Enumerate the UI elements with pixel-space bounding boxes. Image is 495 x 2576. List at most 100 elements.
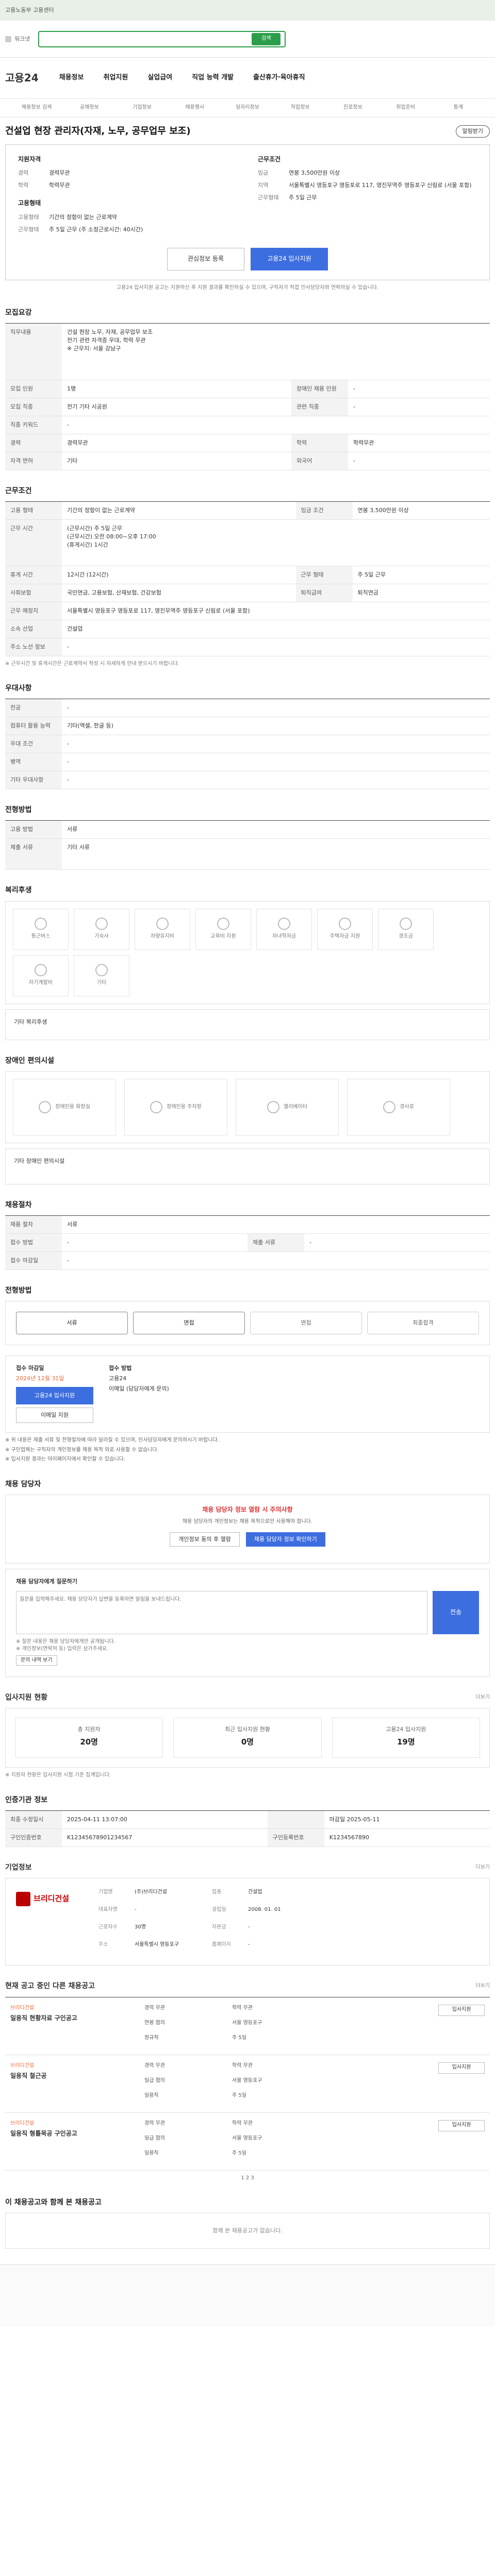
other-title[interactable]: 일용직 현황자료 구인공고 xyxy=(10,2014,134,2023)
deadline-date: 2024년 12월 31일 xyxy=(16,1375,64,1382)
recruit-heading: 모집요강 xyxy=(5,308,32,317)
ask-send-button[interactable]: 전송 xyxy=(433,1590,479,1634)
nav-item[interactable]: 직업 능력 개발 xyxy=(192,73,234,83)
nav-item[interactable]: 출산휴가·육아휴직 xyxy=(253,73,305,83)
mgr-consent-button[interactable]: 개인정보 동의 후 열람 xyxy=(170,1532,240,1547)
other-apply-button[interactable]: 입사지원 xyxy=(438,2004,485,2016)
stats-heading: 입사지원 현황 xyxy=(5,1693,48,1702)
company-logo: 브리디건설 xyxy=(16,1889,83,1909)
apply-button[interactable]: 고용24 입사지원 xyxy=(251,248,328,271)
other-title[interactable]: 일용직 철근공 xyxy=(10,2072,134,2080)
toilet-icon xyxy=(39,1100,52,1113)
subnav-item[interactable]: 진로정보 xyxy=(326,104,379,112)
welfare-label: 차량유지비 xyxy=(151,934,174,940)
row-value: 기타 xyxy=(62,452,291,470)
cond-key: 근무형태 xyxy=(258,194,279,201)
other-apply-button[interactable]: 입사지원 xyxy=(438,2062,485,2074)
subnav-item[interactable]: 채용정보 검색 xyxy=(10,104,63,112)
info-heading: 인증기관 정보 xyxy=(5,1795,48,1804)
stat-card: 총 지원자 20명 xyxy=(15,1718,163,1758)
subnav-item[interactable]: 직업정보 xyxy=(274,104,326,112)
stats-note: ※ 지원자 현황은 입사지원 시점 기준 집계입니다. xyxy=(5,1772,111,1778)
row-value: 국민연금, 고용보험, 산재보험, 건강보험 xyxy=(62,584,296,602)
nav-item[interactable]: 채용정보 xyxy=(59,73,84,83)
row-key: 컴퓨터 활용 능력 xyxy=(5,717,62,736)
welfare-label: 경조금 xyxy=(399,934,413,940)
info-key: 업종 xyxy=(212,1889,222,1895)
subnav-item[interactable]: 취업준비 xyxy=(380,104,432,112)
stat-value: 19명 xyxy=(397,1737,415,1747)
stats-more-link[interactable]: 더보기 xyxy=(475,1694,490,1702)
top-banner[interactable]: 고용노동부 고용센터 xyxy=(0,0,495,21)
nav-item[interactable]: 취업지원 xyxy=(103,73,128,83)
subnav-item[interactable]: 일자리정보 xyxy=(221,104,274,112)
row-key: 휴게 시간 xyxy=(5,566,62,584)
row-key: 접수 방법 xyxy=(5,1233,62,1252)
search-button[interactable]: 검색 xyxy=(252,32,281,45)
row-key: 자격 면허 xyxy=(5,452,62,470)
nav-item[interactable]: 실업급여 xyxy=(147,73,172,83)
subnav-item[interactable]: 채용행사 xyxy=(169,104,221,112)
other-detail: 주 5일 xyxy=(232,2092,246,2098)
row-value: - xyxy=(62,638,490,656)
ask-box: 채용 담당자에게 질문하기 전송 ※ 질문 내용은 채용 담당자에게만 공개됩니… xyxy=(5,1569,490,1677)
list-item[interactable]: 브리디건설 일용직 철근공 경력 무관 학력 무관 일급 협의 서울 영등포구 일용직 주 … xyxy=(5,2055,490,2113)
email-apply-button[interactable]: 이메일 지원 xyxy=(16,1408,93,1423)
other-detail: 연봉 협의 xyxy=(144,2020,165,2026)
row-value: K12345678901234567 xyxy=(62,1828,268,1847)
cond-key: 지역 xyxy=(258,182,269,189)
apply-notice: 고용24 입사지원 공고는 지원하신 후 지원 결과를 확인하실 수 있으며, … xyxy=(116,285,379,291)
subnav-item[interactable]: 기업정보 xyxy=(116,104,168,112)
row-value: (근무시간) 주 5일 근무 (근무시간) 오전 08:00~오후 17:00 … xyxy=(62,519,490,566)
other-title[interactable]: 일용직 형틀목공 구인공고 xyxy=(10,2129,134,2138)
alarm-button[interactable]: 알림받기 xyxy=(455,125,490,138)
steps-row: 서류 면접 면접 최종합격 xyxy=(5,1301,490,1346)
row-value: 서류 xyxy=(62,820,490,839)
company-more-link[interactable]: 더보기 xyxy=(475,1864,490,1872)
elevator-icon xyxy=(267,1100,279,1113)
list-item[interactable]: 브리디건설 일용직 현황자료 구인공고 경력 무관 학력 무관 연봉 협의 서울 영등포… xyxy=(5,1997,490,2055)
row-value: - xyxy=(62,771,490,789)
main-header: 고용24 채용정보 취업지원 실업급여 직업 능력 개발 출산휴가·육아휴직 xyxy=(0,58,495,99)
mgr-view-button[interactable]: 채용 담당자 정보 확인하기 xyxy=(245,1532,325,1547)
row-value: - xyxy=(348,452,490,470)
disabled-item: 엘리베이터 xyxy=(236,1078,339,1136)
list-item[interactable]: 브리디건설 일용직 형틀목공 구인공고 경력 무관 학력 무관 일급 협의 서울 영등포… xyxy=(5,2113,490,2171)
apply-cta-button[interactable]: 고용24 입사지원 xyxy=(16,1387,93,1405)
company-heading: 기업정보 xyxy=(5,1863,32,1872)
cond-heading: 근무조건 xyxy=(258,156,281,163)
ask-input[interactable] xyxy=(16,1590,428,1634)
home-loan-icon xyxy=(339,918,351,930)
row-key: 주소 노선 정보 xyxy=(5,638,62,656)
stat-value: 20명 xyxy=(80,1737,98,1747)
welfare-item: 통근버스 xyxy=(13,908,69,950)
welfare-other: 기타 복리후생 xyxy=(5,1009,490,1040)
row-value: - xyxy=(62,753,490,772)
other-apply-button[interactable]: 입사지원 xyxy=(438,2120,485,2131)
welfare-item: 기숙사 xyxy=(74,908,129,950)
site-logo[interactable]: 고용24 xyxy=(5,71,39,86)
subnav-item[interactable]: 통계 xyxy=(432,104,485,112)
emp-value: 주 5일 근무 (주 소정근로시간: 40시간) xyxy=(49,226,143,233)
footer xyxy=(0,2264,495,2327)
row-value: - xyxy=(62,1233,248,1252)
search-box[interactable]: 검색 xyxy=(38,30,286,47)
apply-box: 접수 마감일 2024년 12월 31일 고용24 입사지원 이메일 지원 접수… xyxy=(5,1355,490,1433)
cond-value: 연봉 3,500만원 이상 xyxy=(289,170,340,177)
workcond-heading: 근무조건 xyxy=(5,486,32,495)
company-box: 브리디건설 기업명 (주)브리디건설 업종 건설업 대표자명 - 설립일 2008. 01.… xyxy=(5,1878,490,1966)
req-key: 경력 xyxy=(18,170,29,177)
others-more-link[interactable]: 더보기 xyxy=(475,1982,490,1990)
row-key: 소속 산업 xyxy=(5,620,62,638)
subnav-item[interactable]: 공채정보 xyxy=(63,104,116,112)
disabled-item: 장애인용 주차장 xyxy=(124,1078,227,1136)
pagination[interactable]: 1 2 3 xyxy=(0,2175,495,2182)
bus-icon xyxy=(35,918,47,930)
save-interest-button[interactable]: 관심정보 등록 xyxy=(167,248,244,271)
other-company: 브리디건설 xyxy=(10,2005,34,2011)
row-key: 모집 인원 xyxy=(5,380,62,398)
stat-card: 고용24 입사지원 19명 xyxy=(332,1718,480,1758)
study-icon xyxy=(35,964,47,977)
other-detail: 학력 무관 xyxy=(232,2062,253,2069)
ask-history-button[interactable]: 문의 내역 보기 xyxy=(16,1655,57,1666)
